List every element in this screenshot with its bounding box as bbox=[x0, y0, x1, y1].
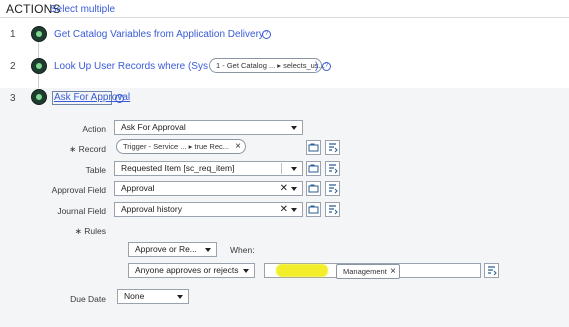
remove-tag-icon[interactable]: × bbox=[390, 265, 396, 278]
chevron-down-icon bbox=[243, 269, 249, 273]
condition-select[interactable]: Anyone approves or rejects bbox=[128, 263, 255, 278]
action-label: Action bbox=[82, 124, 106, 134]
record-data-pill[interactable]: Trigger - Service ... ▸ true Rec... × bbox=[116, 139, 246, 154]
step-node-icon[interactable] bbox=[31, 58, 47, 74]
step-number: 3 bbox=[10, 93, 16, 104]
info-icon[interactable]: ? bbox=[262, 30, 271, 39]
table-select[interactable]: Requested Item [sc_req_item] bbox=[114, 161, 303, 176]
approval-field-select[interactable]: Approval ✕ bbox=[114, 181, 303, 196]
journal-field-label: Journal Field bbox=[57, 206, 106, 216]
script-icon[interactable] bbox=[325, 202, 340, 217]
chevron-down-icon bbox=[291, 126, 297, 130]
data-pill-picker-icon[interactable] bbox=[306, 161, 321, 176]
chevron-down-icon bbox=[291, 208, 297, 212]
chevron-down-icon bbox=[291, 167, 297, 171]
script-icon[interactable] bbox=[325, 181, 340, 196]
data-pill-picker-icon[interactable] bbox=[306, 140, 321, 155]
chevron-down-icon bbox=[177, 295, 183, 299]
script-icon[interactable] bbox=[325, 161, 340, 176]
header-divider bbox=[0, 17, 569, 18]
clear-icon[interactable]: ✕ bbox=[280, 182, 288, 195]
due-date-select[interactable]: None bbox=[117, 289, 189, 304]
info-icon[interactable]: ? bbox=[115, 94, 124, 103]
script-icon[interactable] bbox=[484, 263, 499, 278]
journal-field-value: Approval history bbox=[121, 204, 182, 214]
required-asterisk-icon: ∗ bbox=[74, 226, 82, 236]
table-value: Requested Item [sc_req_item] bbox=[121, 163, 235, 173]
approval-field-value: Approval bbox=[121, 183, 155, 193]
data-pill-picker-icon[interactable] bbox=[306, 181, 321, 196]
chevron-down-icon bbox=[205, 248, 211, 252]
step-number: 1 bbox=[10, 29, 16, 40]
chevron-down-icon bbox=[291, 187, 297, 191]
step-node-icon[interactable] bbox=[31, 26, 47, 42]
due-date-value: None bbox=[124, 291, 145, 301]
journal-field-select[interactable]: Approval history ✕ bbox=[114, 202, 303, 217]
approve-reject-select[interactable]: Approve or Re... bbox=[128, 242, 217, 257]
approve-reject-value: Approve or Re... bbox=[135, 244, 197, 254]
record-label: ∗ Record bbox=[69, 144, 106, 154]
due-date-label: Due Date bbox=[70, 294, 106, 304]
required-asterisk-icon: ∗ bbox=[69, 144, 77, 154]
script-icon[interactable] bbox=[325, 140, 340, 155]
data-pill-selects-user[interactable]: 1 - Get Catalog ... ▸ selects_us... bbox=[209, 58, 325, 73]
condition-value: Anyone approves or rejects bbox=[135, 265, 239, 275]
clear-icon[interactable]: ✕ bbox=[280, 203, 288, 216]
step-2-suffix: ) bbox=[315, 61, 319, 72]
step-number: 2 bbox=[10, 61, 16, 72]
record-pill-text: Trigger - Service ... ▸ true Rec... bbox=[123, 142, 230, 151]
field-separator bbox=[281, 163, 282, 174]
approver-tag-management[interactable]: Management × bbox=[336, 264, 400, 279]
remove-pill-icon[interactable]: × bbox=[235, 140, 241, 153]
info-icon[interactable]: ? bbox=[322, 62, 331, 71]
redacted-approver-tag bbox=[276, 264, 328, 277]
action-value: Ask For Approval bbox=[121, 122, 186, 132]
data-pill-picker-icon[interactable] bbox=[306, 202, 321, 217]
select-multiple-link[interactable]: Select multiple bbox=[50, 4, 115, 15]
approval-field-label: Approval Field bbox=[51, 185, 106, 195]
action-select[interactable]: Ask For Approval bbox=[114, 120, 303, 135]
step-node-icon[interactable] bbox=[31, 89, 47, 105]
approver-tag-text: Management bbox=[343, 267, 387, 276]
step-1-label[interactable]: Get Catalog Variables from Application D… bbox=[54, 29, 264, 40]
table-label: Table bbox=[85, 165, 106, 175]
rules-label: ∗ Rules bbox=[74, 226, 106, 236]
when-label: When: bbox=[230, 245, 255, 255]
